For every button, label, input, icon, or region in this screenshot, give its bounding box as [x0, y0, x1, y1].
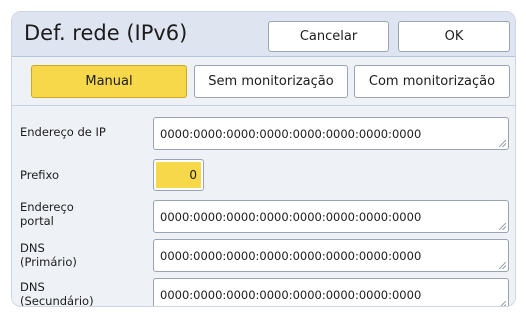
mode-without-monitoring-button[interactable]: Sem monitorização [194, 65, 348, 98]
ip-address-field[interactable]: 0000:0000:0000:0000:0000:0000:0000:0000 [153, 117, 509, 150]
dns-secondary-label: DNS (Secundário) [20, 280, 94, 307]
dialog-title: Def. rede (IPv6) [24, 21, 188, 45]
prefix-field[interactable]: 0 [153, 159, 204, 191]
dns-secondary-label-line2: (Secundário) [20, 294, 94, 307]
gateway-label-line2: portal [20, 214, 54, 228]
network-settings-dialog: Def. rede (IPv6) Cancelar OK Manual Sem … [11, 11, 516, 307]
prefix-value: 0 [156, 162, 201, 188]
dialog-header: Def. rede (IPv6) Cancelar OK [12, 12, 515, 57]
dns-primary-label: DNS (Primário) [20, 241, 77, 269]
gateway-field[interactable]: 0000:0000:0000:0000:0000:0000:0000:0000 [153, 200, 509, 233]
section-divider [12, 105, 515, 106]
dns-primary-label-line1: DNS [20, 241, 45, 255]
ok-button[interactable]: OK [398, 21, 510, 52]
gateway-value: 0000:0000:0000:0000:0000:0000:0000:0000 [160, 209, 422, 224]
resize-grip-icon [499, 223, 506, 230]
resize-grip-icon [499, 140, 506, 147]
cancel-button[interactable]: Cancelar [268, 21, 389, 52]
dns-secondary-field[interactable]: 0000:0000:0000:0000:0000:0000:0000:0000 [153, 278, 509, 306]
dns-primary-field[interactable]: 0000:0000:0000:0000:0000:0000:0000:0000 [153, 239, 509, 272]
gateway-label-line1: Endereço [20, 200, 74, 214]
dns-primary-label-line2: (Primário) [20, 255, 77, 269]
resize-grip-icon [499, 262, 506, 269]
mode-with-monitoring-button[interactable]: Com monitorização [354, 65, 510, 98]
mode-manual-button[interactable]: Manual [31, 65, 187, 98]
dns-secondary-value: 0000:0000:0000:0000:0000:0000:0000:0000 [160, 287, 422, 302]
ip-address-label: Endereço de IP [20, 125, 106, 139]
dns-primary-value: 0000:0000:0000:0000:0000:0000:0000:0000 [160, 248, 422, 263]
dialog-body: Manual Sem monitorização Com monitorizaç… [12, 57, 515, 307]
gateway-label: Endereço portal [20, 200, 74, 228]
ip-address-value: 0000:0000:0000:0000:0000:0000:0000:0000 [160, 126, 422, 141]
resize-grip-icon [499, 301, 506, 306]
dns-secondary-label-line1: DNS [20, 280, 45, 294]
prefix-label: Prefixo [20, 168, 60, 182]
